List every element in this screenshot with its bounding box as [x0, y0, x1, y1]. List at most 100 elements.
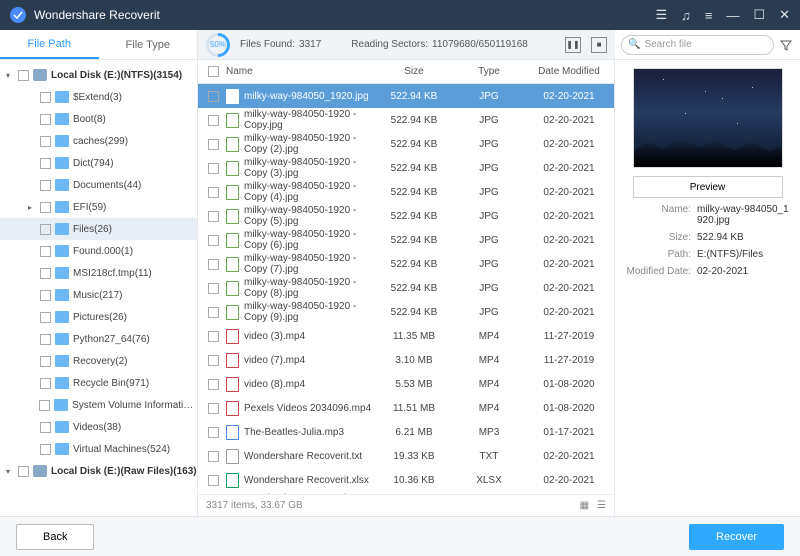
row-checkbox[interactable] [208, 331, 219, 342]
tree-checkbox[interactable] [39, 400, 50, 411]
row-checkbox[interactable] [208, 379, 219, 390]
table-row[interactable]: milky-way-984050-1920 - Copy (2).jpg522.… [198, 132, 614, 156]
tree-folder-item[interactable]: Files(26) [0, 218, 197, 240]
row-checkbox[interactable] [208, 139, 219, 150]
row-checkbox[interactable] [208, 259, 219, 270]
column-type[interactable]: Type [454, 66, 524, 77]
column-date[interactable]: Date Modified [524, 66, 614, 77]
table-row[interactable]: milky-way-984050-1920 - Copy (3).jpg522.… [198, 156, 614, 180]
table-row[interactable]: milky-way-984050-1920 - Copy (7).jpg522.… [198, 252, 614, 276]
table-body[interactable]: milky-way-984050_1920.jpg522.94 KBJPG02-… [198, 84, 614, 494]
user-icon[interactable]: ☰ [655, 7, 667, 23]
table-row[interactable]: Wondershare Recoverit.xlsx10.36 KBXLSX02… [198, 468, 614, 492]
tree-disk-item[interactable]: ▾Local Disk (E:)(NTFS)(3154) [0, 64, 197, 86]
tree-checkbox[interactable] [40, 290, 51, 301]
select-all-checkbox[interactable] [208, 66, 219, 77]
tree-checkbox[interactable] [40, 224, 51, 235]
close-icon[interactable]: ✕ [779, 7, 790, 23]
tree-folder-item[interactable]: Virtual Machines(524) [0, 438, 197, 460]
row-checkbox[interactable] [208, 235, 219, 246]
expand-icon[interactable]: ▾ [6, 71, 14, 80]
column-name[interactable]: Name [226, 66, 374, 77]
table-row[interactable]: Pexels Videos 2034096.mp411.51 MBMP401-0… [198, 396, 614, 420]
search-input[interactable]: 🔍 Search file [621, 35, 774, 55]
table-row[interactable]: milky-way-984050-1920 - Copy (4).jpg522.… [198, 180, 614, 204]
row-checkbox[interactable] [208, 91, 219, 102]
tree-folder-item[interactable]: Boot(8) [0, 108, 197, 130]
table-row[interactable]: The-Beatles-Julia.mp36.21 MBMP301-17-202… [198, 420, 614, 444]
pause-scan-icon[interactable]: ❚❚ [565, 37, 581, 53]
tab-file-path[interactable]: File Path [0, 30, 99, 59]
table-row[interactable]: milky-way-984050-1920 - Copy (9).jpg522.… [198, 300, 614, 324]
tree-folder-item[interactable]: Dict(794) [0, 152, 197, 174]
maximize-icon[interactable]: ☐ [753, 7, 765, 23]
row-checkbox[interactable] [208, 115, 219, 126]
tree-folder-item[interactable]: Videos(38) [0, 416, 197, 438]
tree-checkbox[interactable] [40, 158, 51, 169]
tree-checkbox[interactable] [40, 114, 51, 125]
tree-checkbox[interactable] [40, 180, 51, 191]
tab-file-type[interactable]: File Type [99, 30, 198, 59]
tree-folder-item[interactable]: Python27_64(76) [0, 328, 197, 350]
tree-checkbox[interactable] [40, 444, 51, 455]
table-row[interactable]: Wondershare Recoverit.txt19.33 KBTXT02-2… [198, 444, 614, 468]
row-checkbox[interactable] [208, 403, 219, 414]
tree-folder-item[interactable]: $Extend(3) [0, 86, 197, 108]
expand-icon[interactable]: ▾ [6, 467, 14, 476]
row-checkbox[interactable] [208, 307, 219, 318]
back-button[interactable]: Back [16, 524, 94, 550]
table-row[interactable]: milky-way-984050-1920 - Copy (5).jpg522.… [198, 204, 614, 228]
tree-folder-item[interactable]: Found.000(1) [0, 240, 197, 262]
tree-checkbox[interactable] [18, 70, 29, 81]
list-view-icon[interactable]: ☰ [597, 500, 606, 511]
table-row[interactable]: milky-way-984050-1920 - Copy (6).jpg522.… [198, 228, 614, 252]
tree-folder-item[interactable]: caches(299) [0, 130, 197, 152]
menu-icon[interactable]: ≡ [705, 8, 713, 23]
row-checkbox[interactable] [208, 211, 219, 222]
tree-checkbox[interactable] [40, 268, 51, 279]
recover-button[interactable]: Recover [689, 524, 784, 550]
tree-checkbox[interactable] [40, 246, 51, 257]
tree-checkbox[interactable] [18, 466, 29, 477]
row-checkbox[interactable] [208, 163, 219, 174]
table-row[interactable]: video (8).mp45.53 MBMP401-08-2020 [198, 372, 614, 396]
table-row[interactable]: video (7).mp43.10 MBMP411-27-2019 [198, 348, 614, 372]
tree-checkbox[interactable] [40, 312, 51, 323]
headset-icon[interactable]: ♫ [681, 8, 691, 23]
row-checkbox[interactable] [208, 355, 219, 366]
tree-folder-item[interactable]: Documents(44) [0, 174, 197, 196]
tree-folder-item[interactable]: Music(217) [0, 284, 197, 306]
tree-disk-item[interactable]: ▾Local Disk (E:)(Raw Files)(163) [0, 460, 197, 482]
tree-label: Recycle Bin(971) [73, 378, 149, 389]
file-type: JPG [454, 307, 524, 318]
tree-folder-item[interactable]: Recovery(2) [0, 350, 197, 372]
tree-checkbox[interactable] [40, 202, 51, 213]
tree-checkbox[interactable] [40, 356, 51, 367]
tree-folder-item[interactable]: MSI218cf.tmp(11) [0, 262, 197, 284]
tree-folder-item[interactable]: System Volume Information(50) [0, 394, 197, 416]
tree-checkbox[interactable] [40, 136, 51, 147]
row-checkbox[interactable] [208, 427, 219, 438]
tree-checkbox[interactable] [40, 378, 51, 389]
row-checkbox[interactable] [208, 187, 219, 198]
row-checkbox[interactable] [208, 475, 219, 486]
tree-folder-item[interactable]: ▸EFI(59) [0, 196, 197, 218]
table-row[interactable]: video (3).mp411.35 MBMP411-27-2019 [198, 324, 614, 348]
table-row[interactable]: milky-way-984050_1920.jpg522.94 KBJPG02-… [198, 84, 614, 108]
row-checkbox[interactable] [208, 451, 219, 462]
tree-checkbox[interactable] [40, 422, 51, 433]
row-checkbox[interactable] [208, 283, 219, 294]
preview-button[interactable]: Preview [633, 176, 783, 198]
tree-folder-item[interactable]: Recycle Bin(971) [0, 372, 197, 394]
expand-icon[interactable]: ▸ [28, 203, 36, 212]
grid-view-icon[interactable]: ▦ [580, 500, 589, 511]
stop-scan-icon[interactable]: ■ [591, 37, 607, 53]
table-row[interactable]: milky-way-984050-1920 - Copy.jpg522.94 K… [198, 108, 614, 132]
tree-folder-item[interactable]: Pictures(26) [0, 306, 197, 328]
minimize-icon[interactable]: — [726, 8, 739, 23]
filter-icon[interactable] [778, 37, 794, 53]
tree-checkbox[interactable] [40, 334, 51, 345]
table-row[interactable]: milky-way-984050-1920 - Copy (8).jpg522.… [198, 276, 614, 300]
tree-checkbox[interactable] [40, 92, 51, 103]
column-size[interactable]: Size [374, 66, 454, 77]
